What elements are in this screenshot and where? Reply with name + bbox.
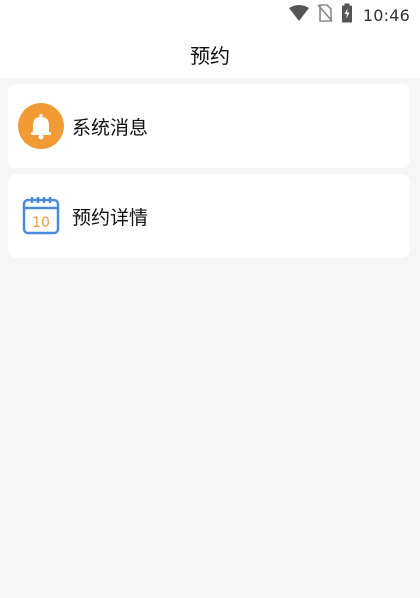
page-header: 预约 — [0, 30, 420, 78]
list-item-label: 预约详情 — [72, 206, 149, 229]
status-icons: 10:46 — [288, 3, 410, 27]
status-bar: 10:46 — [0, 0, 420, 30]
no-sim-icon — [317, 4, 333, 26]
wifi-icon — [288, 5, 309, 25]
page-title: 预约 — [190, 43, 230, 68]
status-time: 10:46 — [362, 5, 410, 25]
list-item-system-messages[interactable]: 系统消息 — [8, 84, 410, 168]
list-item-label: 系统消息 — [72, 116, 149, 139]
calendar-icon-number: 10 — [32, 215, 50, 231]
list-item-appointment-details[interactable]: 10 预约详情 — [8, 174, 410, 258]
calendar-icon: 10 — [18, 193, 64, 239]
battery-charging-icon — [341, 3, 353, 27]
bell-icon — [18, 103, 64, 149]
menu-list: 系统消息 10 预约详情 — [8, 84, 410, 264]
